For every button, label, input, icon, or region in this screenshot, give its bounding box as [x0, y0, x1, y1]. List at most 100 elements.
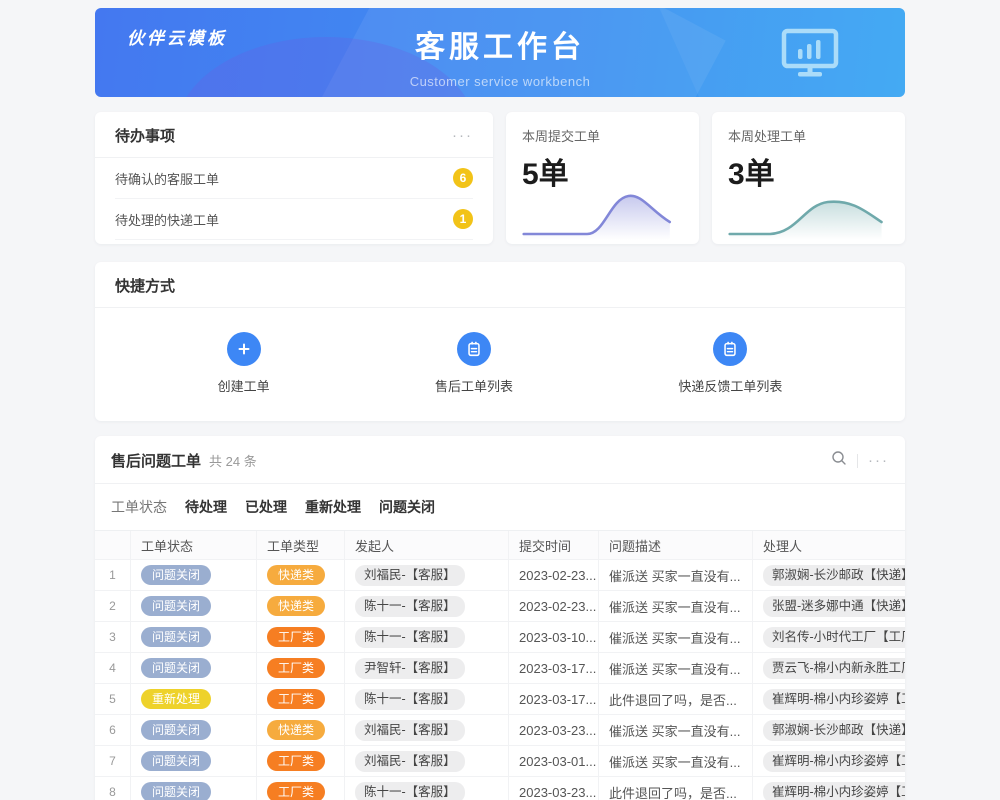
row-index: 1 [95, 560, 131, 590]
filter-option[interactable]: 重新处理 [305, 497, 361, 517]
table-row[interactable]: 1 问题关闭 快递类 刘福民-【客服】 2023-02-23... 催派送 买家… [95, 560, 905, 591]
table-header-row: 工单状态 工单类型 发起人 提交时间 问题描述 处理人 [95, 531, 905, 560]
todo-list-item[interactable]: 待处理的快递工单 1 [115, 199, 473, 240]
status-badge: 问题关闭 [141, 720, 211, 740]
cell-description: 催派送 买家一直没有... [599, 715, 753, 745]
cell-handler: 崔辉明-棉小内珍姿婷【工厂】 [753, 777, 905, 800]
cell-description: 催派送 买家一直没有... [599, 560, 753, 590]
cell-type: 工厂类 [257, 622, 345, 652]
shortcuts-body: 创建工单 售后工单列表 [95, 308, 905, 421]
todo-list-item[interactable]: 待确认的客服工单 6 [115, 158, 473, 199]
todo-title: 待办事项 [115, 125, 175, 146]
table-row[interactable]: 6 问题关闭 快递类 刘福民-【客服】 2023-03-23... 催派送 买家… [95, 715, 905, 746]
cell-submit-time: 2023-03-10... [509, 622, 599, 652]
plus-icon [227, 332, 261, 366]
row-index: 5 [95, 684, 131, 714]
shortcut-aftersale-list[interactable]: 售后工单列表 [435, 332, 513, 395]
worksheet-count: 共 24 条 [209, 451, 257, 470]
cell-initiator: 刘福民-【客服】 [345, 746, 509, 776]
shortcut-label: 创建工单 [218, 376, 270, 395]
page: 伙伴云模板 客服工作台 Customer service workbench 待… [95, 8, 905, 800]
col-header-initiator: 发起人 [345, 531, 509, 559]
cell-description: 催派送 买家一直没有... [599, 622, 753, 652]
stat-card-handled: 本周处理工单 3单 [712, 112, 905, 244]
col-header-desc: 问题描述 [599, 531, 753, 559]
cell-initiator: 尹智轩-【客服】 [345, 653, 509, 683]
cell-submit-time: 2023-03-23... [509, 715, 599, 745]
cell-status: 问题关闭 [131, 653, 257, 683]
table-row[interactable]: 2 问题关闭 快递类 陈十一-【客服】 2023-02-23... 催派送 买家… [95, 591, 905, 622]
type-badge: 工厂类 [267, 751, 325, 771]
todo-card: 待办事项 ··· 待确认的客服工单 6 待处理的快递工单 1 [95, 112, 493, 244]
type-badge: 快递类 [267, 565, 325, 585]
initiator-tag: 陈十一-【客服】 [355, 782, 465, 800]
cell-description: 催派送 买家一直没有... [599, 746, 753, 776]
cell-initiator: 刘福民-【客服】 [345, 715, 509, 745]
worksheet-table: 工单状态 工单类型 发起人 提交时间 问题描述 处理人 1 问题关闭 快递类 刘… [95, 530, 905, 800]
count-badge: 1 [453, 209, 473, 229]
type-badge: 工厂类 [267, 627, 325, 647]
worksheet-card: 售后问题工单 共 24 条 ··· 工单状态 待处理已处理重新处理问题关闭 工 [95, 436, 905, 800]
table-row[interactable]: 8 问题关闭 工厂类 陈十一-【客服】 2023-03-23... 此件退回了吗… [95, 777, 905, 800]
status-badge: 问题关闭 [141, 565, 211, 585]
table-row[interactable]: 7 问题关闭 工厂类 刘福民-【客服】 2023-03-01... 催派送 买家… [95, 746, 905, 777]
initiator-tag: 陈十一-【客服】 [355, 596, 465, 617]
cell-type: 快递类 [257, 591, 345, 621]
row-index: 2 [95, 591, 131, 621]
worksheet-header: 售后问题工单 共 24 条 ··· [95, 436, 905, 484]
cell-type: 工厂类 [257, 684, 345, 714]
table-row[interactable]: 3 问题关闭 工厂类 陈十一-【客服】 2023-03-10... 催派送 买家… [95, 622, 905, 653]
shortcuts-card: 快捷方式 创建工单 [95, 262, 905, 421]
cell-status: 问题关闭 [131, 591, 257, 621]
type-badge: 工厂类 [267, 782, 325, 800]
cell-initiator: 陈十一-【客服】 [345, 777, 509, 800]
cell-handler: 贾云飞-棉小内新永胜工厂【工厂】 [753, 653, 905, 683]
shortcut-label: 快递反馈工单列表 [678, 376, 782, 395]
handler-tag: 崔辉明-棉小内珍姿婷【工厂】 [763, 751, 905, 772]
cell-handler: 崔辉明-棉小内珍姿婷【工厂】 [753, 684, 905, 714]
cell-handler: 郭淑娴-长沙邮政【快递】 [753, 715, 905, 745]
handler-tag: 崔辉明-棉小内珍姿婷【工厂】 [763, 782, 905, 800]
filter-bar: 工单状态 待处理已处理重新处理问题关闭 [95, 484, 905, 530]
cell-status: 问题关闭 [131, 715, 257, 745]
initiator-tag: 刘福民-【客服】 [355, 720, 465, 741]
filter-option[interactable]: 已处理 [245, 497, 287, 517]
col-header-type: 工单类型 [257, 531, 345, 559]
initiator-tag: 刘福民-【客服】 [355, 751, 465, 772]
status-badge: 问题关闭 [141, 658, 211, 678]
status-badge: 问题关闭 [141, 751, 211, 771]
shortcut-create-ticket[interactable]: 创建工单 [218, 332, 270, 395]
table-row[interactable]: 5 重新处理 工厂类 陈十一-【客服】 2023-03-17... 此件退回了吗… [95, 684, 905, 715]
tools-divider [857, 454, 858, 468]
cell-type: 快递类 [257, 560, 345, 590]
cell-submit-time: 2023-03-17... [509, 653, 599, 683]
sparkline-purple [516, 182, 689, 244]
search-icon[interactable] [831, 450, 847, 471]
list-icon [457, 332, 491, 366]
handler-tag: 刘名传-小时代工厂【工厂】 [763, 627, 905, 648]
type-badge: 工厂类 [267, 689, 325, 709]
cell-type: 工厂类 [257, 746, 345, 776]
table-row[interactable]: 4 问题关闭 工厂类 尹智轩-【客服】 2023-03-17... 催派送 买家… [95, 653, 905, 684]
status-badge: 问题关闭 [141, 596, 211, 616]
cell-handler: 郭淑娴-长沙邮政【快递】 [753, 560, 905, 590]
more-icon[interactable]: ··· [868, 453, 889, 468]
count-badge: 6 [453, 168, 473, 188]
more-icon[interactable]: ··· [452, 128, 473, 143]
shortcut-express-feedback-list[interactable]: 快递反馈工单列表 [678, 332, 782, 395]
type-badge: 快递类 [267, 720, 325, 740]
filter-option[interactable]: 待处理 [185, 497, 227, 517]
status-badge: 问题关闭 [141, 782, 211, 800]
cell-submit-time: 2023-02-23... [509, 560, 599, 590]
cell-handler: 崔辉明-棉小内珍姿婷【工厂】 [753, 746, 905, 776]
monitor-bar-chart-icon [781, 28, 839, 83]
filter-field-label: 工单状态 [111, 497, 167, 517]
col-header-time: 提交时间 [509, 531, 599, 559]
cell-status: 重新处理 [131, 684, 257, 714]
cell-initiator: 陈十一-【客服】 [345, 622, 509, 652]
summary-row: 待办事项 ··· 待确认的客服工单 6 待处理的快递工单 1 本周提交工单 5单 [95, 112, 905, 244]
filter-option[interactable]: 问题关闭 [379, 497, 435, 517]
initiator-tag: 陈十一-【客服】 [355, 689, 465, 710]
sparkline-teal [722, 182, 895, 244]
handler-tag: 崔辉明-棉小内珍姿婷【工厂】 [763, 689, 905, 710]
